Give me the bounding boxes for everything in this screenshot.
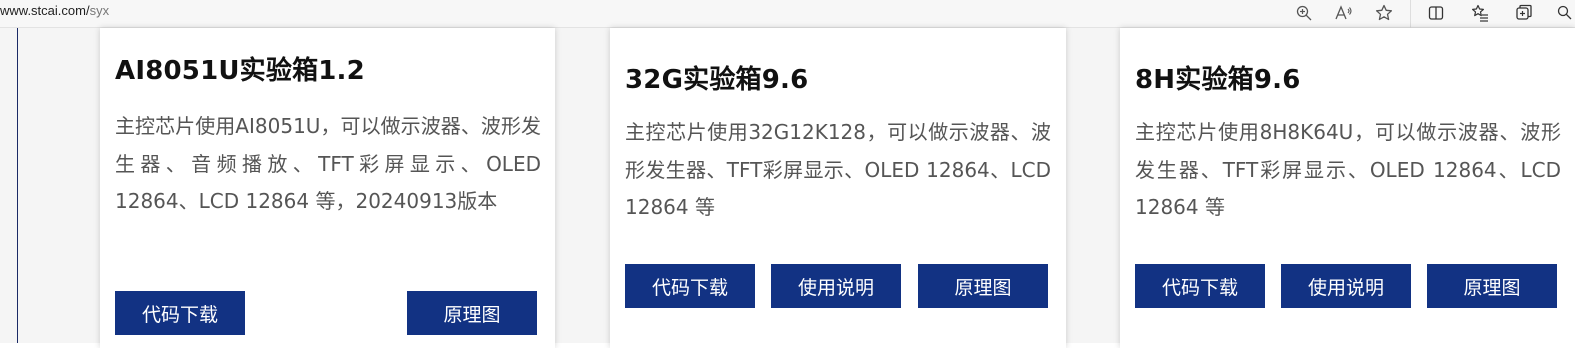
card-title: 8H实验箱9.6 xyxy=(1135,65,1301,95)
collections-icon[interactable] xyxy=(1513,2,1535,24)
split-screen-icon[interactable] xyxy=(1425,2,1447,24)
user-manual-button[interactable]: 使用说明 xyxy=(1281,264,1411,308)
left-border-line xyxy=(17,28,18,343)
browser-toolbar: www.stcai.com/syx xyxy=(0,0,1575,28)
download-code-button[interactable]: 代码下载 xyxy=(115,291,245,335)
card-ai8051u: AI8051U实验箱1.2 主控芯片使用AI8051U，可以做示波器、波形发生器… xyxy=(100,28,555,348)
address-bar[interactable]: www.stcai.com/syx xyxy=(0,3,109,18)
card-description: 主控芯片使用AI8051U，可以做示波器、波形发生器、音频播放、TFT彩屏显示、… xyxy=(115,114,541,213)
url-host: www.stcai.com/ xyxy=(0,3,90,18)
card-8h: 8H实验箱9.6 主控芯片使用8H8K64U，可以做示波器、波形发生器、TFT彩… xyxy=(1120,28,1575,348)
extensions-icon[interactable] xyxy=(1555,2,1575,24)
schematic-button[interactable]: 原理图 xyxy=(918,264,1048,308)
user-manual-button[interactable]: 使用说明 xyxy=(771,264,901,308)
card-title: 32G实验箱9.6 xyxy=(625,65,809,95)
page-content: AI8051U实验箱1.2 主控芯片使用AI8051U，可以做示波器、波形发生器… xyxy=(0,28,1575,348)
favorite-star-icon[interactable] xyxy=(1373,2,1395,24)
card-description: 主控芯片使用8H8K64U，可以做示波器、波形发生器、TFT彩屏显示、OLED … xyxy=(1135,120,1561,219)
download-code-button[interactable]: 代码下载 xyxy=(1135,264,1265,308)
url-path: syx xyxy=(89,3,110,18)
toolbar-divider xyxy=(1410,0,1411,28)
schematic-button[interactable]: 原理图 xyxy=(407,291,537,335)
schematic-button[interactable]: 原理图 xyxy=(1427,264,1557,308)
card-description: 主控芯片使用32G12K128，可以做示波器、波形发生器、TFT彩屏显示、OLE… xyxy=(625,120,1051,219)
read-aloud-icon[interactable] xyxy=(1333,2,1355,24)
favorites-list-icon[interactable] xyxy=(1469,2,1491,24)
download-code-button[interactable]: 代码下载 xyxy=(625,264,755,308)
card-title: AI8051U实验箱1.2 xyxy=(115,56,365,86)
card-32g: 32G实验箱9.6 主控芯片使用32G12K128，可以做示波器、波形发生器、T… xyxy=(610,28,1066,348)
zoom-icon[interactable] xyxy=(1293,2,1315,24)
